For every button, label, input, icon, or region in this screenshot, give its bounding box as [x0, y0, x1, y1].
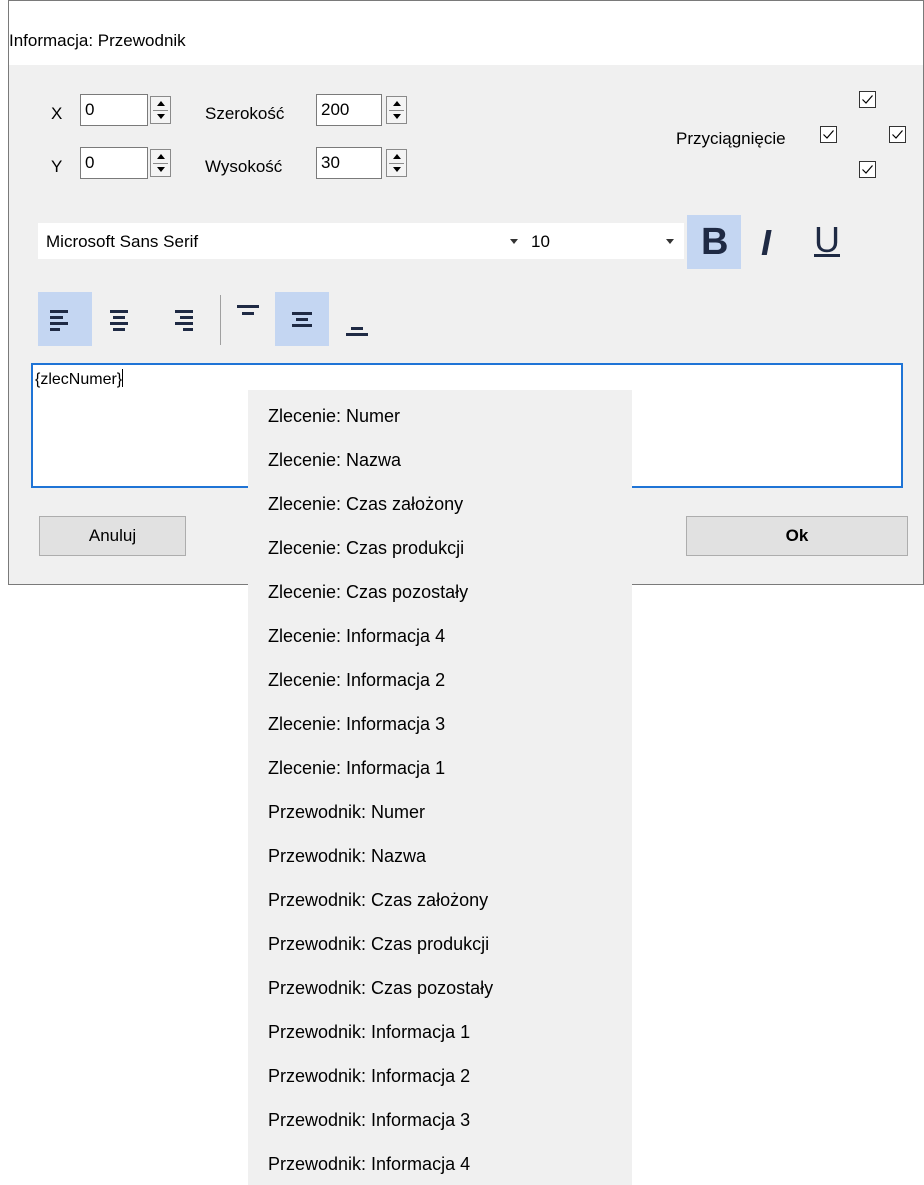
menu-item[interactable]: Przewodnik: Numer	[268, 802, 425, 823]
menu-item[interactable]: Zlecenie: Numer	[268, 406, 400, 427]
height-value: 30	[321, 153, 340, 172]
chevron-down-icon	[666, 239, 674, 244]
menu-item[interactable]: Przewodnik: Czas produkcji	[268, 934, 489, 955]
window-title: Informacja: Przewodnik	[9, 31, 186, 50]
title-bar: Informacja: Przewodnik	[9, 1, 923, 65]
align-right-icon	[175, 310, 193, 331]
menu-item[interactable]: Zlecenie: Informacja 3	[268, 714, 445, 735]
width-label: Szerokość	[205, 104, 285, 123]
align-left-button[interactable]	[38, 292, 92, 346]
valign-bottom-icon	[346, 327, 368, 336]
menu-item[interactable]: Zlecenie: Informacja 2	[268, 670, 445, 691]
spin-up-icon	[157, 101, 165, 106]
spin-up-icon	[393, 154, 401, 159]
bold-button[interactable]: B	[687, 215, 741, 269]
align-right-button[interactable]	[153, 292, 207, 346]
checkmark-icon	[892, 130, 903, 139]
valign-middle-icon	[292, 312, 312, 327]
field-dropdown-menu: Zlecenie: Numer Zlecenie: Nazwa Zlecenie…	[248, 390, 632, 1185]
bold-icon: B	[701, 221, 729, 263]
y-spinner[interactable]	[150, 149, 171, 177]
spin-down-icon	[393, 167, 401, 172]
x-value: 0	[85, 100, 95, 119]
checkmark-icon	[862, 165, 873, 174]
font-size-select[interactable]: 10	[523, 223, 684, 259]
width-spinner[interactable]	[386, 96, 407, 124]
menu-item[interactable]: Zlecenie: Informacja 1	[268, 758, 445, 779]
valign-top-button[interactable]	[221, 292, 275, 346]
valign-bottom-button[interactable]	[331, 292, 385, 346]
y-input[interactable]: 0	[80, 147, 148, 179]
height-spinner[interactable]	[386, 149, 407, 177]
snap-top-checkbox[interactable]	[859, 91, 876, 108]
italic-icon: I	[761, 222, 772, 263]
valign-top-icon	[237, 305, 259, 315]
text-caret	[122, 369, 124, 387]
menu-item[interactable]: Przewodnik: Informacja 4	[268, 1154, 470, 1175]
width-value: 200	[321, 100, 350, 119]
snap-right-checkbox[interactable]	[889, 126, 906, 143]
checkmark-icon	[862, 95, 873, 104]
height-input[interactable]: 30	[316, 147, 382, 179]
snap-bottom-checkbox[interactable]	[859, 161, 876, 178]
spin-up-icon	[393, 101, 401, 106]
menu-item[interactable]: Przewodnik: Informacja 2	[268, 1066, 470, 1087]
menu-item[interactable]: Zlecenie: Czas założony	[268, 494, 463, 515]
italic-button[interactable]: I	[743, 215, 797, 269]
menu-item[interactable]: Przewodnik: Nazwa	[268, 846, 426, 867]
menu-item[interactable]: Zlecenie: Czas produkcji	[268, 538, 464, 559]
x-input[interactable]: 0	[80, 94, 148, 126]
menu-item[interactable]: Zlecenie: Informacja 4	[268, 626, 445, 647]
font-family-select[interactable]: Microsoft Sans Serif	[38, 223, 528, 259]
valign-middle-button[interactable]	[275, 292, 329, 346]
underline-button[interactable]: U	[799, 215, 853, 269]
menu-item[interactable]: Przewodnik: Czas założony	[268, 890, 488, 911]
ok-button[interactable]: Ok	[686, 516, 908, 556]
align-center-icon	[110, 310, 128, 331]
spin-down-icon	[157, 114, 165, 119]
y-value: 0	[85, 153, 95, 172]
checkmark-icon	[823, 130, 834, 139]
spin-down-icon	[157, 167, 165, 172]
y-label: Y	[51, 157, 63, 176]
spin-down-icon	[393, 114, 401, 119]
font-size-value: 10	[531, 232, 550, 251]
menu-item[interactable]: Zlecenie: Czas pozostały	[268, 582, 468, 603]
height-label: Wysokość	[205, 157, 283, 176]
menu-item[interactable]: Przewodnik: Informacja 3	[268, 1110, 470, 1131]
editor-text: {zlecNumer}	[35, 371, 123, 388]
snap-left-checkbox[interactable]	[820, 126, 837, 143]
menu-item[interactable]: Przewodnik: Informacja 1	[268, 1022, 470, 1043]
menu-item[interactable]: Zlecenie: Nazwa	[268, 450, 401, 471]
cancel-button[interactable]: Anuluj	[39, 516, 186, 556]
font-family-value: Microsoft Sans Serif	[46, 232, 199, 251]
chevron-down-icon	[510, 239, 518, 244]
x-label: X	[51, 104, 63, 123]
underline-icon: U	[814, 219, 840, 260]
spin-up-icon	[157, 154, 165, 159]
snap-label: Przyciągnięcie	[676, 129, 786, 148]
align-left-icon	[50, 310, 68, 331]
menu-item[interactable]: Przewodnik: Czas pozostały	[268, 978, 493, 999]
align-center-button[interactable]	[92, 292, 146, 346]
width-input[interactable]: 200	[316, 94, 382, 126]
x-spinner[interactable]	[150, 96, 171, 124]
